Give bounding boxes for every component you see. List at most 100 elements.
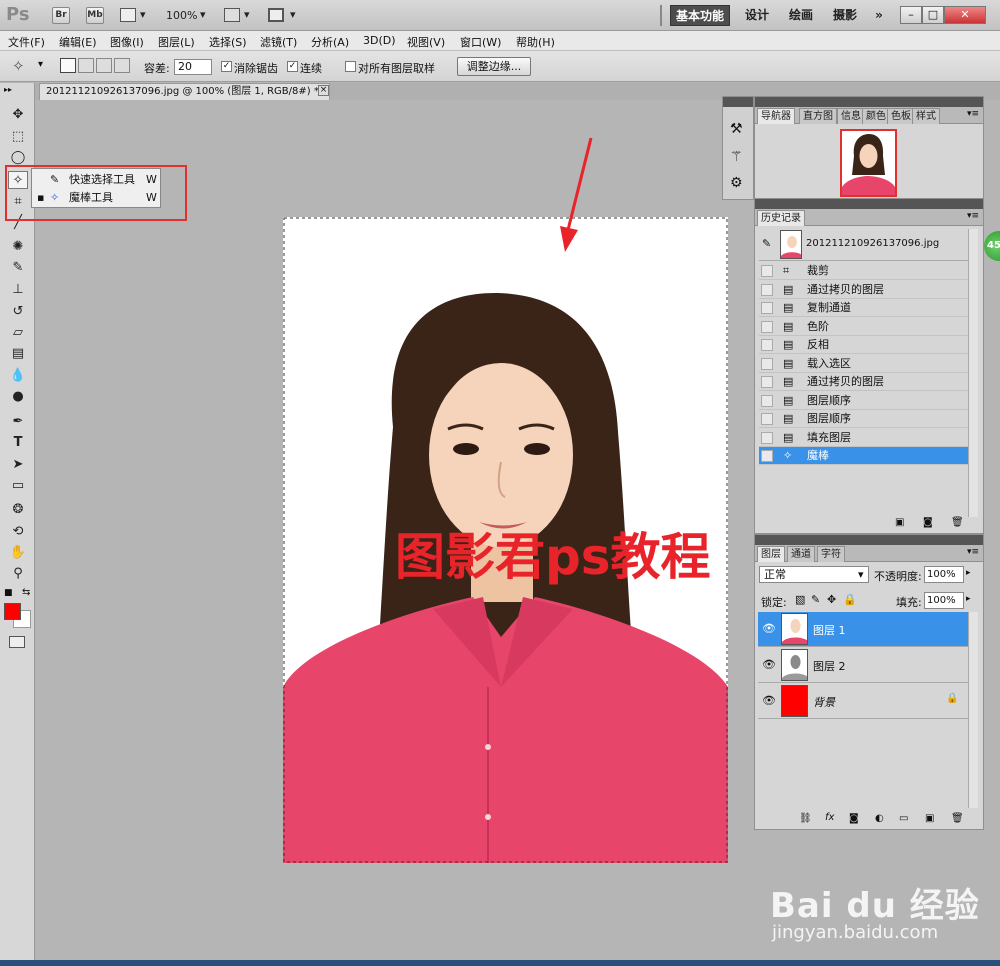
layer-row[interactable]: 👁 背景 🔒 bbox=[758, 684, 968, 719]
refine-edge-button[interactable]: 调整边缘... bbox=[457, 57, 531, 76]
menu-3d[interactable]: 3D(D) bbox=[363, 34, 396, 47]
pen-tool-icon[interactable]: ✒ bbox=[8, 413, 28, 431]
intersect-selection-button[interactable] bbox=[114, 58, 130, 73]
menu-edit[interactable]: 编辑(E) bbox=[59, 34, 97, 50]
tab-styles[interactable]: 样式 bbox=[912, 108, 940, 124]
chevron-down-icon[interactable]: ▾ bbox=[290, 8, 296, 21]
adjustment-layer-icon[interactable]: ◐ bbox=[875, 813, 884, 824]
layer-row[interactable]: 👁 图层 2 bbox=[758, 648, 968, 683]
history-source-checkbox[interactable] bbox=[761, 265, 773, 277]
history-source-checkbox[interactable] bbox=[761, 320, 773, 333]
magic-wand-icon[interactable]: ✧ bbox=[12, 57, 25, 75]
new-document-from-state-icon[interactable]: ▣ bbox=[895, 517, 904, 528]
history-item[interactable]: ▤ 通过拷贝的图层 bbox=[759, 373, 969, 391]
workspace-painting[interactable]: 绘画 bbox=[782, 5, 820, 26]
tab-swatches[interactable]: 色板 bbox=[887, 108, 915, 124]
document-tab[interactable]: 201211210926137096.jpg @ 100% (图层 1, RGB… bbox=[39, 83, 330, 100]
menu-image[interactable]: 图像(I) bbox=[110, 34, 144, 50]
menu-view[interactable]: 视图(V) bbox=[407, 34, 445, 50]
workspace-essentials[interactable]: 基本功能 bbox=[670, 5, 730, 26]
panel-menu-icon[interactable]: ▾≡ bbox=[967, 109, 979, 119]
history-brush-icon[interactable]: ↺ bbox=[8, 303, 28, 321]
history-source-checkbox[interactable] bbox=[761, 357, 773, 370]
view-extras-icon[interactable] bbox=[120, 8, 136, 22]
path-select-icon[interactable]: ➤ bbox=[8, 456, 28, 474]
tool-preset-icon[interactable]: ⚙ bbox=[730, 175, 743, 191]
more-workspaces-button[interactable]: » bbox=[866, 5, 892, 26]
minibridge-button[interactable]: Mb bbox=[86, 7, 104, 24]
chevron-right-icon[interactable]: ▸ bbox=[966, 568, 971, 578]
3d-rotate-icon[interactable]: ❂ bbox=[8, 501, 28, 519]
history-source-checkbox[interactable] bbox=[761, 302, 773, 314]
menu-select[interactable]: 选择(S) bbox=[209, 34, 247, 50]
menu-window[interactable]: 窗口(W) bbox=[460, 34, 501, 50]
type-tool-icon[interactable]: T bbox=[8, 434, 28, 452]
lock-pixels-icon[interactable]: ✎ bbox=[811, 593, 820, 606]
layer-mask-icon[interactable]: ◙ bbox=[849, 813, 859, 824]
history-source-checkbox[interactable] bbox=[761, 376, 773, 388]
menu-file[interactable]: 文件(F) bbox=[8, 34, 45, 50]
chevron-down-icon[interactable]: ▾ bbox=[140, 8, 146, 21]
zoom-level[interactable]: 100% bbox=[166, 9, 197, 22]
history-source-checkbox[interactable] bbox=[761, 413, 773, 425]
layers-scrollbar[interactable] bbox=[968, 612, 978, 808]
foreground-color-swatch[interactable] bbox=[4, 603, 21, 620]
panel-menu-icon[interactable]: ▾≡ bbox=[967, 211, 979, 221]
eye-icon[interactable]: 👁 bbox=[762, 622, 776, 635]
swap-colors-icon[interactable]: ⇆ bbox=[22, 587, 30, 598]
tab-channels[interactable]: 通道 bbox=[787, 546, 815, 562]
tab-info[interactable]: 信息 bbox=[837, 108, 865, 124]
opacity-input[interactable]: 100% bbox=[924, 566, 964, 583]
healing-brush-icon[interactable]: ✺ bbox=[8, 238, 28, 256]
history-item[interactable]: ▤ 载入选区 bbox=[759, 355, 969, 373]
new-layer-icon[interactable]: ▣ bbox=[925, 813, 934, 824]
history-item[interactable]: ▤ 反相 bbox=[759, 336, 969, 354]
navigator-thumbnail[interactable] bbox=[840, 129, 897, 197]
eye-icon[interactable]: 👁 bbox=[762, 694, 776, 707]
lock-all-icon[interactable]: 🔒 bbox=[843, 593, 857, 606]
history-scrollbar[interactable] bbox=[968, 229, 978, 517]
delete-layer-icon[interactable]: 🗑 bbox=[951, 813, 964, 824]
move-tool-icon[interactable]: ✥ bbox=[8, 106, 28, 124]
screen-mode-icon[interactable] bbox=[268, 8, 284, 22]
contiguous-checkbox[interactable]: ✓ bbox=[287, 61, 298, 72]
antialias-checkbox[interactable]: ✓ bbox=[221, 61, 232, 72]
chevron-down-icon[interactable]: ▾ bbox=[244, 8, 250, 21]
floating-badge[interactable]: 45 bbox=[984, 231, 1000, 261]
maximize-button[interactable]: □ bbox=[922, 6, 944, 24]
history-source-checkbox[interactable] bbox=[761, 431, 773, 444]
quick-selection-item[interactable]: ✎ 快速选择工具 W bbox=[36, 171, 158, 188]
default-colors-icon[interactable]: ■ bbox=[4, 588, 13, 598]
close-document-icon[interactable]: × bbox=[318, 85, 329, 96]
history-item[interactable]: ▤ 复制通道 bbox=[759, 299, 969, 317]
3d-orbit-icon[interactable]: ⟲ bbox=[8, 523, 28, 541]
history-item[interactable]: ▤ 图层顺序 bbox=[759, 410, 969, 428]
history-snapshot[interactable]: ✎ 201211210926137096.jpg bbox=[759, 229, 969, 261]
panel-menu-icon[interactable]: ▾≡ bbox=[967, 547, 979, 557]
delete-state-icon[interactable]: 🗑 bbox=[951, 517, 964, 528]
link-layers-icon[interactable]: ⛓ bbox=[799, 813, 812, 824]
history-item[interactable]: ▤ 色阶 bbox=[759, 318, 969, 336]
tab-navigator[interactable]: 导航器 bbox=[757, 108, 795, 124]
quick-mask-icon[interactable] bbox=[9, 636, 25, 648]
layer-row[interactable]: 👁 图层 1 bbox=[758, 612, 968, 647]
clone-source-icon[interactable]: ⚚ bbox=[730, 149, 743, 165]
history-item[interactable]: ⌗ 裁剪 bbox=[759, 262, 969, 280]
shape-tool-icon[interactable]: ▭ bbox=[8, 477, 28, 495]
bridge-button[interactable]: Br bbox=[52, 7, 70, 24]
tab-color[interactable]: 颜色 bbox=[862, 108, 890, 124]
eye-icon[interactable]: 👁 bbox=[762, 658, 776, 671]
new-snapshot-icon[interactable]: ◙ bbox=[923, 517, 933, 528]
brush-tool-icon[interactable]: ✎ bbox=[8, 259, 28, 277]
menu-filter[interactable]: 滤镜(T) bbox=[260, 34, 297, 50]
history-item[interactable]: ✧ 魔棒 bbox=[759, 447, 969, 465]
tab-history[interactable]: 历史记录 bbox=[757, 210, 805, 226]
fill-input[interactable]: 100% bbox=[924, 592, 964, 609]
new-group-icon[interactable]: ▭ bbox=[899, 813, 908, 824]
arrange-documents-icon[interactable] bbox=[224, 8, 240, 22]
layer-style-icon[interactable]: fx bbox=[825, 812, 834, 823]
history-source-checkbox[interactable] bbox=[761, 283, 773, 296]
history-source-checkbox[interactable] bbox=[761, 450, 773, 462]
brush-preset-icon[interactable]: ⚒ bbox=[730, 121, 743, 137]
stamp-tool-icon[interactable]: ⊥ bbox=[8, 281, 28, 299]
